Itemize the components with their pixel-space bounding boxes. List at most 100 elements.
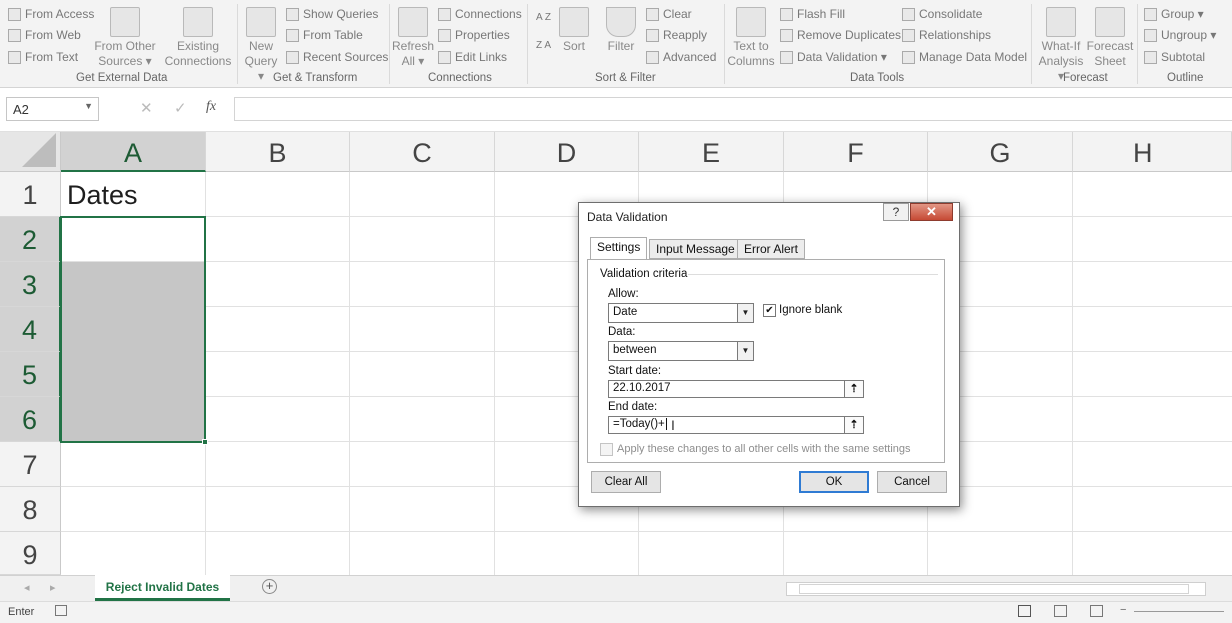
row-header-8[interactable]: 8 (0, 487, 61, 532)
tab-settings[interactable]: Settings (590, 237, 648, 260)
horizontal-scrollbar[interactable] (786, 582, 1206, 596)
allow-select[interactable]: Date ▼ (608, 303, 754, 323)
data-label: Data: (608, 326, 636, 338)
refresh-all-button[interactable]: Refresh All ▾ (392, 7, 434, 69)
status-bar: Enter − (0, 601, 1232, 623)
recent-sources-button[interactable]: Recent Sources (286, 50, 388, 64)
manage-data-model-button[interactable]: Manage Data Model (902, 50, 1027, 64)
show-queries-button[interactable]: Show Queries (286, 7, 378, 21)
row-header-7[interactable]: 7 (0, 442, 61, 487)
zoom-slider[interactable] (1134, 611, 1224, 612)
connections-button[interactable]: Connections (438, 7, 522, 21)
cancel-button[interactable]: Cancel (877, 471, 947, 493)
cancel-entry-icon[interactable]: ✕ (140, 99, 153, 117)
clear-all-button[interactable]: Clear All (591, 471, 661, 493)
sort-z-a-button[interactable]: Z A (536, 40, 551, 51)
edit-links-button[interactable]: Edit Links (438, 50, 507, 64)
close-button[interactable]: ✕ (910, 203, 953, 221)
from-table-button[interactable]: From Table (286, 28, 363, 42)
tab-error-alert[interactable]: Error Alert (737, 239, 806, 259)
from-other-sources-button[interactable]: From Other Sources ▾ (92, 7, 158, 69)
select-all-corner[interactable] (0, 132, 61, 172)
collapse-dialog-icon[interactable]: ⇡ (844, 416, 864, 434)
chevron-down-icon[interactable]: ▼ (737, 304, 753, 322)
group-separator (237, 4, 238, 84)
zoom-out-icon[interactable]: − (1120, 604, 1126, 616)
data-validation-button[interactable]: Data Validation ▾ (780, 50, 887, 64)
properties-button[interactable]: Properties (438, 28, 510, 42)
other-sources-icon (110, 7, 140, 37)
existing-connections-icon (183, 7, 213, 37)
flash-fill-button[interactable]: Flash Fill (780, 7, 845, 21)
page-layout-icon[interactable] (1054, 605, 1067, 617)
scroll-right-icon[interactable]: ▸ (50, 581, 56, 594)
column-header-e[interactable]: E (639, 132, 784, 172)
reapply-button[interactable]: Reapply (646, 28, 707, 42)
ungroup-icon (1144, 28, 1157, 42)
group-button[interactable]: Group ▾ (1144, 7, 1204, 21)
row-header-2[interactable]: 2 (0, 217, 61, 262)
group-label-outline: Outline (1167, 72, 1204, 84)
ok-button[interactable]: OK (799, 471, 869, 493)
table-icon (286, 28, 299, 42)
end-date-input[interactable]: =Today()+ I ⇡ (608, 416, 864, 434)
name-box[interactable]: A2 ▼ (6, 97, 99, 121)
row-header-1[interactable]: 1 (0, 172, 61, 217)
filter-button[interactable]: Filter (604, 7, 638, 54)
forecast-sheet-button[interactable]: Forecast Sheet (1086, 7, 1134, 69)
row-header-3[interactable]: 3 (0, 262, 61, 307)
text-cursor (665, 418, 667, 430)
confirm-entry-icon[interactable]: ✓ (174, 99, 187, 117)
subtotal-button[interactable]: Subtotal (1144, 50, 1205, 64)
macro-record-icon[interactable] (55, 605, 67, 616)
connections-icon (438, 7, 451, 21)
fill-handle[interactable] (202, 439, 208, 445)
start-date-input[interactable]: 22.10.2017 ⇡ (608, 380, 864, 398)
ignore-blank-checkbox[interactable]: ✔ (763, 304, 776, 317)
existing-connections-button[interactable]: Existing Connections (162, 7, 234, 69)
scroll-left-icon[interactable]: ◂ (24, 581, 30, 594)
column-header-f[interactable]: F (784, 132, 928, 172)
row-header-5[interactable]: 5 (0, 352, 61, 397)
sheet-tab-reject-invalid-dates[interactable]: Reject Invalid Dates (95, 575, 230, 601)
apply-to-all-checkbox[interactable] (600, 443, 613, 456)
sort-icon (559, 7, 589, 37)
column-header-b[interactable]: B (206, 132, 350, 172)
column-header-d[interactable]: D (495, 132, 639, 172)
column-header-g[interactable]: G (928, 132, 1073, 172)
advanced-button[interactable]: Advanced (646, 50, 716, 64)
column-header-h[interactable]: H (1073, 132, 1232, 172)
sort-button[interactable]: Sort (558, 7, 590, 54)
ungroup-button[interactable]: Ungroup ▾ (1144, 28, 1216, 42)
cell-a1[interactable]: Dates (67, 180, 138, 211)
page-break-icon[interactable] (1090, 605, 1103, 617)
add-sheet-icon[interactable]: + (262, 579, 277, 594)
normal-view-icon[interactable] (1018, 605, 1031, 617)
row-header-6[interactable]: 6 (0, 397, 61, 442)
column-header-a[interactable]: A (61, 132, 206, 172)
data-operator-select[interactable]: between ▼ (608, 341, 754, 361)
row-header-4[interactable]: 4 (0, 307, 61, 352)
chevron-down-icon[interactable]: ▼ (737, 342, 753, 360)
data-validation-icon (780, 50, 793, 64)
collapse-dialog-icon[interactable]: ⇡ (844, 380, 864, 398)
row-header-9[interactable]: 9 (0, 532, 61, 575)
column-header-c[interactable]: C (350, 132, 495, 172)
clear-button[interactable]: Clear (646, 7, 692, 21)
relationships-button[interactable]: Relationships (902, 28, 991, 42)
sort-a-z-button[interactable]: A Z (536, 12, 551, 23)
formula-input[interactable] (234, 97, 1232, 121)
insert-function-icon[interactable]: fx (206, 99, 216, 115)
recent-sources-icon (286, 50, 299, 64)
scrollbar-thumb[interactable] (799, 584, 1189, 594)
remove-duplicates-button[interactable]: Remove Duplicates (780, 28, 901, 42)
from-access-button[interactable]: From Access (8, 7, 94, 21)
consolidate-button[interactable]: Consolidate (902, 7, 982, 21)
text-to-columns-button[interactable]: Text to Columns (727, 7, 775, 69)
chevron-down-icon[interactable]: ▼ (84, 101, 93, 111)
tab-input-message[interactable]: Input Message (649, 239, 742, 259)
dialog-title: Data Validation (587, 210, 668, 224)
from-web-button[interactable]: From Web (8, 28, 81, 42)
from-text-button[interactable]: From Text (8, 50, 78, 64)
help-button[interactable]: ? (883, 203, 909, 221)
